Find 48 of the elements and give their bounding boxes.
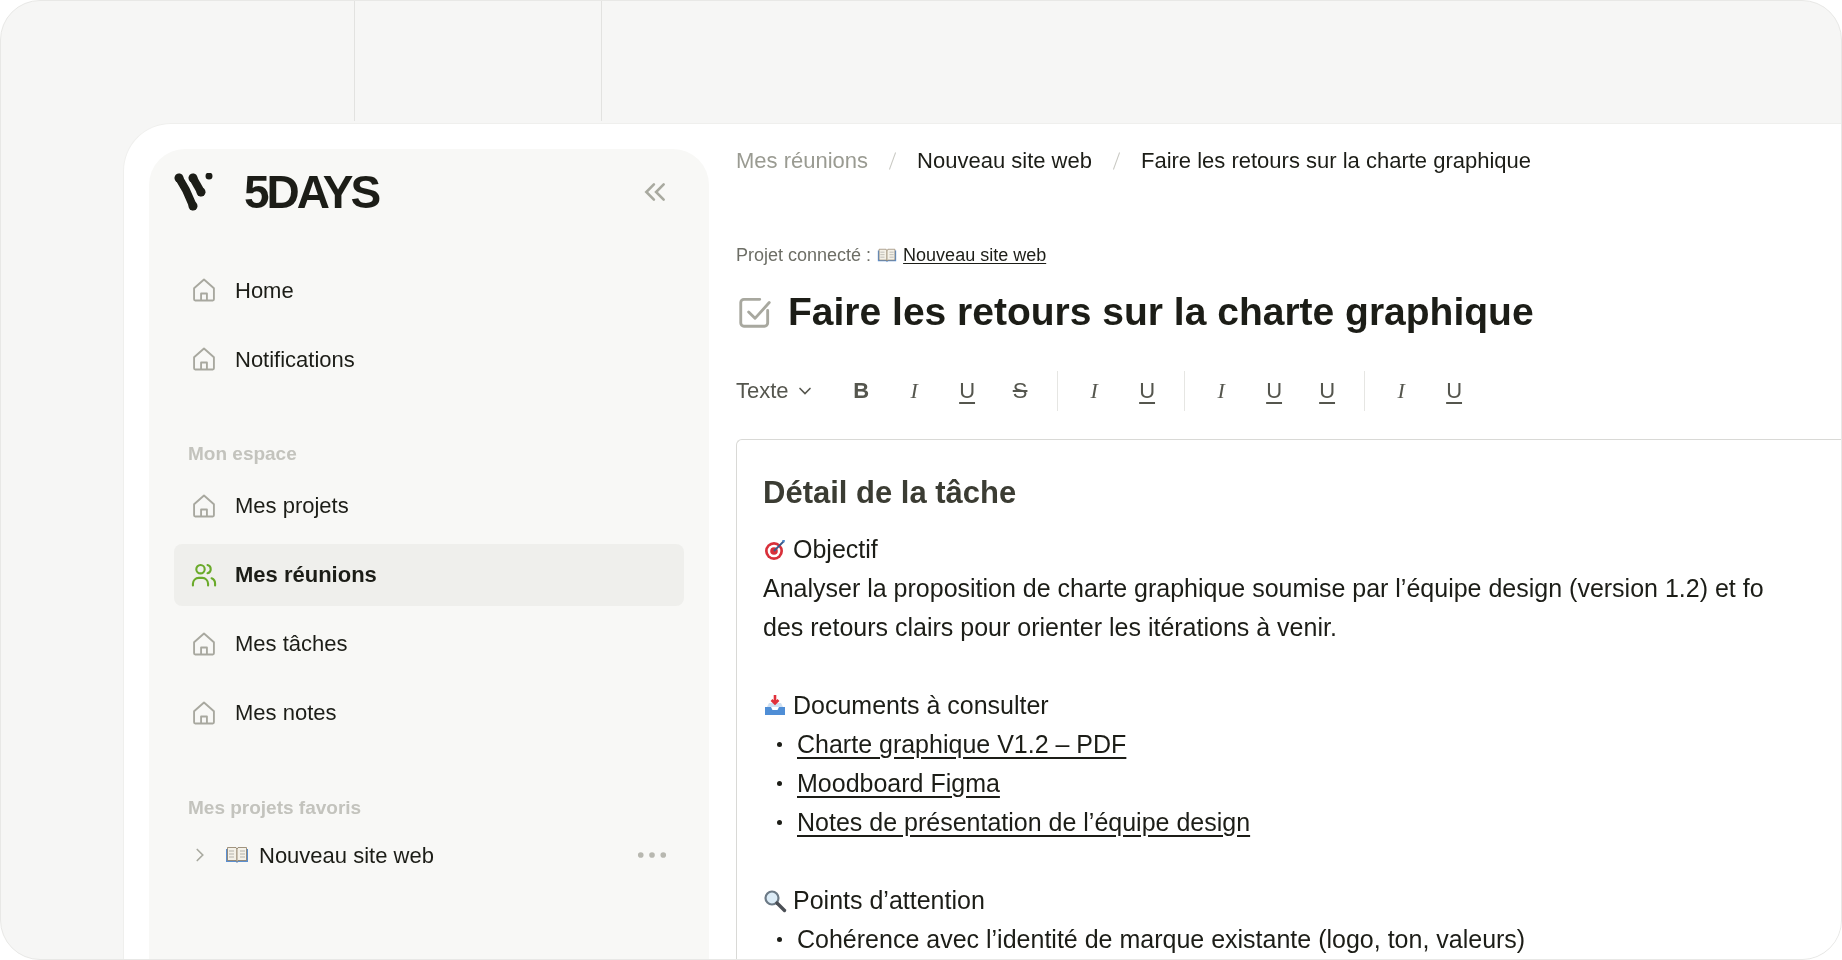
book-icon [877,247,898,263]
sidebar-item[interactable]: Mes tâches [174,612,684,675]
sidebar-item[interactable]: Notifications [174,328,684,390]
bullet-text: Cohérence avec l’identité de marque existante (logo, ton, valeurs) [797,924,1526,955]
section-heading: Mon espace [187,442,298,466]
bullet-icon [777,937,782,942]
connected-project-link[interactable]: Nouveau site web [903,241,1047,269]
more-options-icon[interactable] [637,851,667,859]
connected-project-label: Projet connecté : [736,243,872,267]
section-title: Objectif [793,534,878,565]
underline-button[interactable]: U [1247,370,1301,411]
strikethrough-button[interactable]: S [993,370,1047,411]
bullet-icon [777,781,782,786]
logo-wordmark: 5DAYS [244,169,379,215]
section-title: Points d’attention [793,885,985,916]
breadcrumb-link[interactable]: Faire les retours sur la charte graphique [1140,144,1532,178]
task-title: Faire les retours sur la charte graphique [788,288,1534,335]
italic-button[interactable]: I [1067,370,1121,411]
inbox-tray-icon [763,693,787,718]
favorite-project-link[interactable]: Nouveau site web [259,838,434,872]
document-link[interactable]: Moodboard Figma [797,764,1000,803]
bullet-icon [777,742,782,747]
bullet-icon [777,820,782,825]
book-icon [225,846,249,864]
magnifier-icon [763,888,787,913]
sidebar-item[interactable]: Mes réunions [174,543,684,606]
underline-button[interactable]: U [1120,370,1174,411]
target-icon [763,537,787,562]
editor-heading: Détail de la tâche [763,473,1018,512]
underline-button[interactable]: U [1300,370,1354,411]
paragraph-line: Analyser la proposition de charte graphique soumise par l’équipe design (version 1.2) et fo [763,573,1764,604]
italic-button[interactable]: I [887,370,941,411]
logo-mark-icon [174,173,214,211]
breadcrumb-link[interactable]: Nouveau site web [917,144,1092,178]
sidebar-item[interactable]: Mes projets [174,474,684,537]
document-link[interactable]: Charte graphique V1.2 – PDF [797,725,1127,764]
text-style-dropdown[interactable]: Texte [736,374,815,408]
italic-button[interactable]: I [1374,370,1428,411]
sidebar-item[interactable]: Mes notes [174,681,684,744]
document-link[interactable]: Notes de présentation de l’équipe design [797,803,1251,842]
section-heading: Mes projets favoris [187,795,363,820]
bold-button[interactable]: B [834,370,888,411]
underline-button[interactable]: U [940,370,994,411]
italic-button[interactable]: I [1194,370,1248,411]
sidebar-item[interactable]: Home [174,259,684,321]
underline-button[interactable]: U [1427,370,1481,411]
section-title: Documents à consulter [793,690,1049,721]
paragraph-line: des retours clairs pour orienter les itérations à venir. [763,612,1337,643]
